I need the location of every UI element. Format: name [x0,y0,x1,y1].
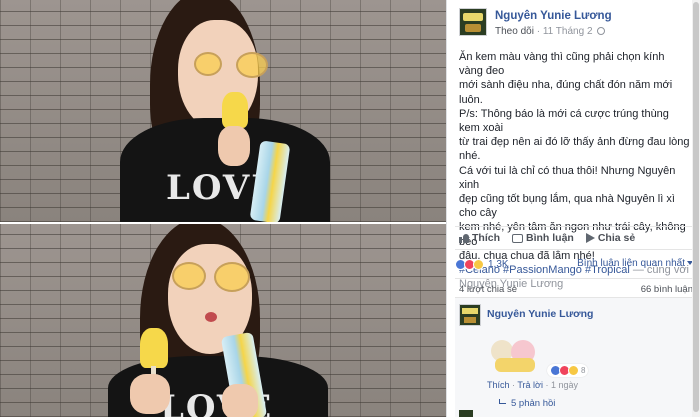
post-date[interactable]: 11 Tháng 2 [543,26,593,37]
sunglasses-right-lens [236,52,268,78]
comment-reply-link[interactable]: Trả lời [517,380,543,390]
commenter-name[interactable]: Nguyên Yunie Lương [487,308,593,320]
bear-sticker [487,334,543,374]
comment-actions: Thích · Trả lời · 1 ngày [487,380,578,390]
reaction-summary[interactable]: 1,3K Bình luận liên quan nhất [455,252,695,276]
comment-sort-label: Bình luận liên quan nhất [577,258,685,269]
comment-label: Bình luận [526,232,574,244]
meta-separator: · [536,26,541,37]
post-text-line: Cá với tui là chỉ có thua thôi! Nhưng Ng… [459,164,676,191]
comment-count[interactable]: 66 bình luận [641,284,693,295]
post-sidebar: Nguyên Yunie Lương Theo dõi · 11 Tháng 2… [446,0,700,417]
author-avatar[interactable] [459,8,487,36]
lips [205,312,217,322]
comment-button[interactable]: Bình luận [512,232,574,244]
post-text-line: đẹp cũng tốt bụng lắm, qua nhà Nguyên lì… [459,193,675,220]
mango-icecream-bar [140,328,168,368]
comment-sort-dropdown[interactable]: Bình luận liên quan nhất [577,258,693,269]
comment: Nguyên Yunie Lương 8 Thích · Trả lời · 1… [455,298,695,417]
photo-viewer[interactable]: LOVE LOVE [0,0,446,417]
share-count[interactable]: 4 lượt chia sẻ [459,284,517,295]
comment-time[interactable]: 1 ngày [551,380,578,390]
sunglasses-left-lens [172,262,206,290]
post-text-line: P/s: Thông báo là mới cá cược trúng thùn… [459,107,669,135]
post-text-line: mới sành điệu nha, đúng chất đón năm mới… [459,79,673,106]
commenter-avatar[interactable] [459,304,481,326]
follow-link[interactable]: Theo dõi [495,26,534,37]
share-button[interactable]: Chia sẻ [585,232,636,244]
haha-reaction-icon [473,258,484,270]
post-text-line: từ trai đẹp nên ai đó lỡ thấy ảnh đừng đ… [459,136,690,163]
sunglasses-left-lens [194,52,222,76]
reply-arrow-icon [499,399,506,404]
mango-icecream-bar [222,92,248,128]
like-label: Thích [472,232,500,244]
comment-reaction-count: 8 [581,366,586,375]
scrollbar-thumb[interactable] [693,2,699,412]
scrollbar[interactable] [692,0,700,417]
separator-dot: · [512,380,516,390]
post-actions: Thích Bình luận Chia sẻ [455,226,695,250]
post-stats: 4 lượt chia sẻ 66 bình luận [455,278,695,298]
share-icon [585,233,595,243]
replies-label: 5 phản hồi [511,398,556,409]
globe-icon [597,27,606,35]
hand [130,374,170,414]
share-label: Chia sẻ [597,232,636,244]
view-replies-link[interactable]: 5 phản hồi [499,398,555,409]
like-button[interactable]: Thích [459,232,500,244]
comment-reactions[interactable]: 8 [547,364,589,377]
separator-dot: · [545,380,549,390]
hand [222,384,258,417]
post-header: Nguyên Yunie Lương Theo dõi · 11 Tháng 2 [459,8,689,40]
comment-like-link[interactable]: Thích [487,380,510,390]
reaction-count[interactable]: 1,3K [488,259,509,270]
haha-reaction-icon [568,365,579,376]
author-name[interactable]: Nguyên Yunie Lương [495,10,612,22]
sunglasses-right-lens [214,262,250,292]
hand [218,126,250,166]
comment-icon [512,233,523,243]
post-meta: Theo dõi · 11 Tháng 2 [495,26,606,37]
post-text-line: Ăn kem màu vàng thì cũng phải chọn kính … [459,51,665,78]
photo-bottom: LOVE [0,224,446,417]
next-comment-avatar[interactable] [459,410,473,417]
thumbs-up-icon [459,233,469,243]
photo-top: LOVE [0,0,446,222]
